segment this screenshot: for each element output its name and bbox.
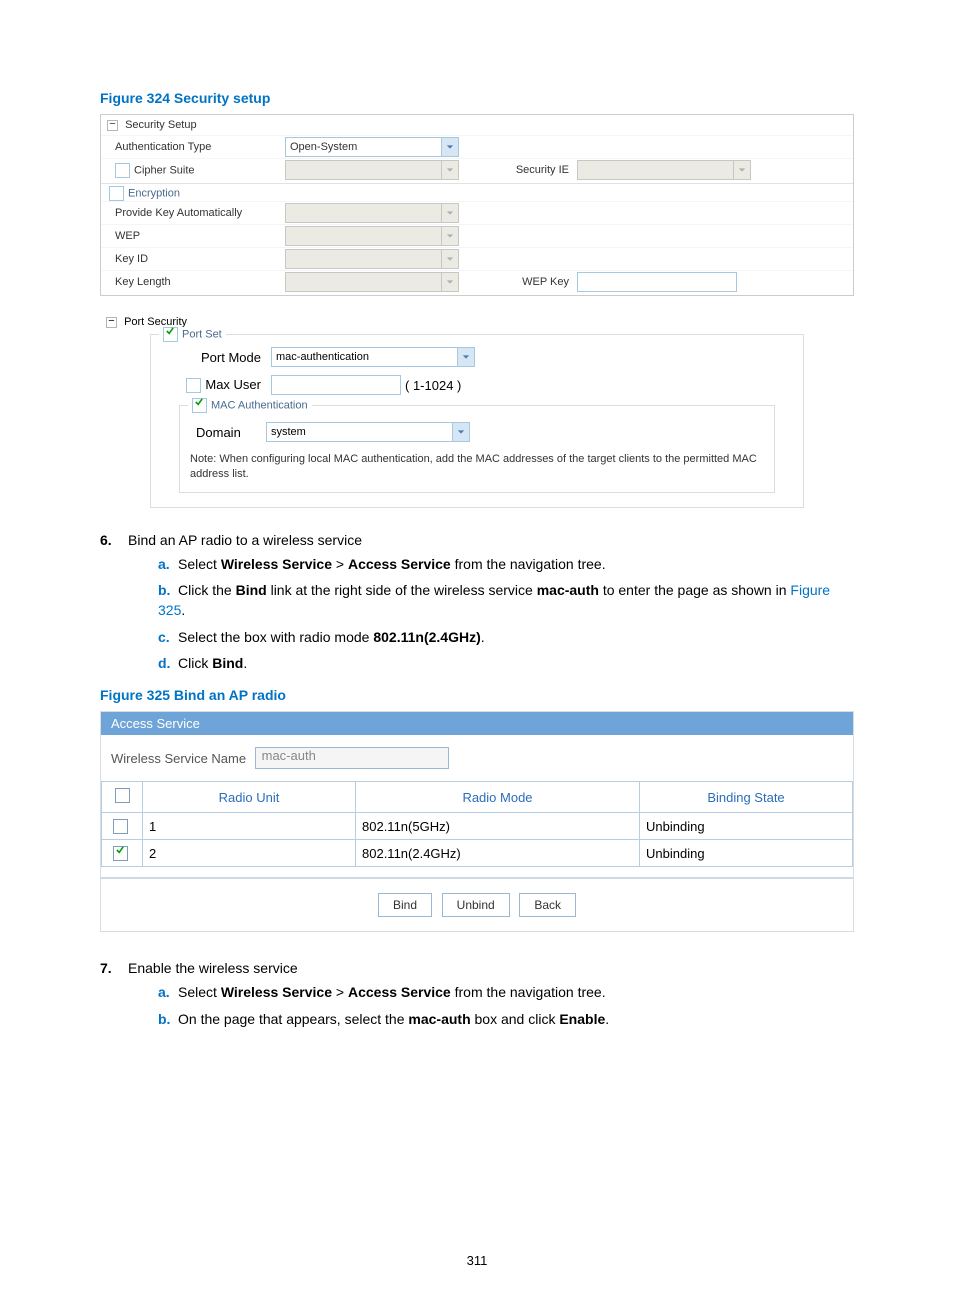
chevron-down-icon (441, 273, 458, 291)
wireless-service-name-label: Wireless Service Name (111, 751, 251, 766)
port-set-label: Port Set (182, 328, 222, 340)
step-6: 6.Bind an AP radio to a wireless service… (100, 532, 854, 673)
cipher-suite-label: Cipher Suite (134, 164, 195, 176)
table-row: 2 802.11n(2.4GHz) Unbinding (102, 840, 853, 867)
key-id-select (285, 249, 459, 269)
step-7b: b.On the page that appears, select the m… (158, 1009, 854, 1029)
step-6d: d.Click Bind. (158, 653, 854, 673)
max-user-range: ( 1-1024 ) (401, 378, 461, 393)
wep-select (285, 226, 459, 246)
domain-label: Domain (190, 425, 266, 440)
bind-button[interactable]: Bind (378, 893, 432, 917)
chevron-down-icon (452, 423, 469, 441)
back-button[interactable]: Back (519, 893, 576, 917)
row-checkbox[interactable] (113, 819, 128, 834)
access-service-header: Access Service (101, 712, 853, 735)
page-number: 311 (0, 1253, 954, 1268)
encryption-label: Encryption (128, 187, 180, 199)
domain-select[interactable]: system (266, 422, 470, 442)
binding-state-header: Binding State (640, 782, 853, 813)
step-6c: c.Select the box with radio mode 802.11n… (158, 627, 854, 647)
chevron-down-icon (457, 348, 474, 366)
step-6a: a.Select Wireless Service > Access Servi… (158, 554, 854, 574)
port-mode-select[interactable]: mac-authentication (271, 347, 475, 367)
step-7a: a.Select Wireless Service > Access Servi… (158, 982, 854, 1002)
security-ie-select (577, 160, 751, 180)
provide-key-label: Provide Key Automatically (107, 207, 285, 219)
step-6b: b.Click the Bind link at the right side … (158, 580, 854, 621)
port-set-checkbox[interactable] (163, 327, 178, 342)
max-user-checkbox[interactable] (186, 378, 201, 393)
key-id-label: Key ID (107, 253, 285, 265)
port-mode-label: Port Mode (161, 350, 271, 365)
bind-ap-panel: Access Service Wireless Service Name mac… (100, 711, 854, 932)
mac-auth-checkbox[interactable] (192, 398, 207, 413)
cipher-suite-select (285, 160, 459, 180)
radio-table: Radio Unit Radio Mode Binding State 1 80… (101, 781, 853, 867)
key-length-label: Key Length (107, 276, 285, 288)
port-security-panel: − Port Security Port Set Port Mode mac-a… (100, 316, 854, 508)
chevron-down-icon (441, 138, 458, 156)
key-length-select (285, 272, 459, 292)
chevron-down-icon (441, 250, 458, 268)
step-7: 7.Enable the wireless service a.Select W… (100, 960, 854, 1029)
chevron-down-icon (441, 204, 458, 222)
row-checkbox[interactable] (113, 846, 128, 861)
collapse-icon[interactable]: − (107, 120, 118, 131)
wep-label: WEP (107, 230, 285, 242)
wep-key-label: WEP Key (459, 276, 577, 288)
encryption-checkbox[interactable] (109, 186, 124, 201)
chevron-down-icon (441, 227, 458, 245)
chevron-down-icon (441, 161, 458, 179)
auth-type-label: Authentication Type (107, 141, 285, 153)
mac-auth-note: Note: When configuring local MAC authent… (190, 452, 764, 482)
unbind-button[interactable]: Unbind (442, 893, 510, 917)
security-setup-title: Security Setup (125, 119, 197, 131)
collapse-icon[interactable]: − (106, 317, 117, 328)
mac-auth-label: MAC Authentication (211, 399, 308, 411)
cipher-suite-checkbox[interactable] (115, 163, 130, 178)
chevron-down-icon (733, 161, 750, 179)
max-user-input[interactable] (271, 375, 401, 395)
radio-mode-header: Radio Mode (356, 782, 640, 813)
select-all-checkbox[interactable] (115, 788, 130, 803)
security-setup-panel: − Security Setup Authentication Type Ope… (100, 114, 854, 296)
figure-324-caption: Figure 324 Security setup (100, 90, 854, 106)
table-row: 1 802.11n(5GHz) Unbinding (102, 813, 853, 840)
figure-325-caption: Figure 325 Bind an AP radio (100, 687, 854, 703)
max-user-label: Max User (205, 377, 261, 392)
provide-key-select (285, 203, 459, 223)
wep-key-input[interactable] (577, 272, 737, 292)
security-ie-label: Security IE (459, 164, 577, 176)
auth-type-select[interactable]: Open-System (285, 137, 459, 157)
radio-unit-header: Radio Unit (143, 782, 356, 813)
wireless-service-name-input: mac-auth (255, 747, 449, 769)
